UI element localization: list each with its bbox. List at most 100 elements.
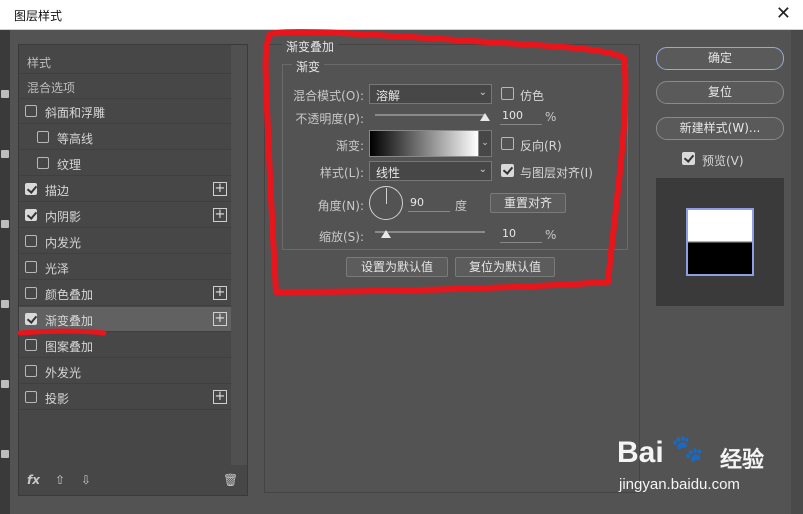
blend-mode-label: 混合模式(O): xyxy=(293,89,364,103)
style-list-item[interactable]: 渐变叠加 + xyxy=(19,307,231,332)
add-effect-icon[interactable]: + xyxy=(213,390,227,404)
fx-icon[interactable]: fx xyxy=(27,473,40,487)
opacity-slider-track[interactable] xyxy=(375,114,485,116)
dither-label: 仿色 xyxy=(520,89,545,103)
style-list-item[interactable]: 颜色叠加 + xyxy=(19,281,231,306)
paw-icon: 🐾 xyxy=(671,434,704,464)
style-item-label: 投影 xyxy=(45,392,70,406)
preview-label: 预览(V) xyxy=(702,154,744,168)
style-item-checkbox[interactable] xyxy=(25,261,37,273)
reset-button[interactable]: 复位 xyxy=(656,81,784,104)
style-list-item[interactable]: 光泽 xyxy=(19,255,231,280)
group-title: 渐变 xyxy=(292,58,325,75)
add-effect-icon[interactable]: + xyxy=(213,312,227,326)
scale-slider-thumb[interactable] xyxy=(381,230,391,238)
scale-slider-track[interactable] xyxy=(375,231,485,233)
style-item-label: 等高线 xyxy=(57,132,94,146)
scale-unit: % xyxy=(545,228,557,242)
close-icon[interactable]: ✕ xyxy=(776,3,791,25)
style-item-checkbox[interactable] xyxy=(37,131,49,143)
style-item-label: 内发光 xyxy=(45,236,82,250)
opacity-input[interactable]: 100 xyxy=(500,109,542,125)
angle-input[interactable]: 90 xyxy=(408,196,450,212)
layer-style-dialog: 图层样式 ✕ 样式 混合选项 斜面和浮雕 等高线 纹理 描边 + 内阴影 + 内发光 光泽 颜色叠… xyxy=(0,0,803,514)
tool-icon xyxy=(1,220,9,228)
tool-icon xyxy=(1,300,9,308)
style-item-label: 内阴影 xyxy=(45,210,82,224)
opacity-label: 不透明度(P): xyxy=(295,112,364,126)
angle-unit: 度 xyxy=(455,199,468,213)
opacity-unit: % xyxy=(545,110,557,124)
style-item-label: 颜色叠加 xyxy=(45,288,94,302)
add-effect-icon[interactable]: + xyxy=(213,286,227,300)
style-item-checkbox[interactable] xyxy=(37,157,49,169)
move-up-icon[interactable]: ⇧ xyxy=(55,473,65,487)
gradient-swatch[interactable] xyxy=(369,130,479,157)
dither-checkbox[interactable] xyxy=(501,87,514,100)
scale-input[interactable]: 10 xyxy=(500,227,542,243)
style-list-item[interactable]: 外发光 xyxy=(19,359,231,384)
set-default-button[interactable]: 设置为默认值 xyxy=(346,257,448,277)
angle-needle xyxy=(386,188,387,204)
preview-checkbox[interactable] xyxy=(682,152,695,165)
reset-default-button[interactable]: 复位为默认值 xyxy=(455,257,555,277)
style-list-item[interactable]: 投影 + xyxy=(19,385,231,410)
gradient-dropdown-icon[interactable]: ⌄ xyxy=(479,130,492,157)
blend-mode-select[interactable]: 溶解 ⌄ xyxy=(369,84,492,104)
blend-mode-value: 溶解 xyxy=(376,89,401,103)
style-list-item[interactable]: 描边 + xyxy=(19,177,231,202)
ok-button[interactable]: 确定 xyxy=(656,47,784,70)
dialog-title: 图层样式 xyxy=(14,9,63,23)
reverse-label: 反向(R) xyxy=(520,139,562,153)
style-list-item[interactable]: 内发光 xyxy=(19,229,231,254)
chevron-down-icon: ⌄ xyxy=(478,87,487,98)
style-list-panel: 样式 混合选项 斜面和浮雕 等高线 纹理 描边 + 内阴影 + 内发光 光泽 颜色叠加 + 渐变叠加 +… xyxy=(18,44,248,496)
reset-alignment-button[interactable]: 重置对齐 xyxy=(490,193,566,213)
style-item-checkbox[interactable] xyxy=(25,235,37,247)
tool-icon xyxy=(1,380,9,388)
style-item-label: 图案叠加 xyxy=(45,340,94,354)
style-item-label: 纹理 xyxy=(57,158,82,172)
style-item-checkbox[interactable] xyxy=(25,365,37,377)
opacity-slider-thumb[interactable] xyxy=(480,113,490,121)
angle-dial[interactable] xyxy=(369,186,403,220)
angle-label: 角度(N): xyxy=(317,199,364,213)
trash-icon[interactable]: 🗑 xyxy=(223,473,238,487)
watermark-brand-cn: 经验 xyxy=(720,448,765,473)
style-item-checkbox[interactable] xyxy=(25,313,37,325)
reverse-checkbox[interactable] xyxy=(501,137,514,150)
preview-thumbnail xyxy=(686,208,754,276)
style-item-checkbox[interactable] xyxy=(25,339,37,351)
style-select[interactable]: 线性 ⌄ xyxy=(369,161,492,181)
style-list-item[interactable]: 图案叠加 xyxy=(19,333,231,358)
watermark-brand: Bai xyxy=(617,436,664,469)
scale-label: 缩放(S): xyxy=(318,230,364,244)
align-with-layer-label: 与图层对齐(I) xyxy=(520,166,593,180)
section-title: 渐变叠加 xyxy=(282,38,339,55)
style-list-item[interactable]: 内阴影 + xyxy=(19,203,231,228)
style-item-checkbox[interactable] xyxy=(25,287,37,299)
blending-options-item[interactable]: 混合选项 xyxy=(19,74,231,99)
style-item-checkbox[interactable] xyxy=(25,183,37,195)
blending-options-label: 混合选项 xyxy=(27,81,76,95)
add-effect-icon[interactable]: + xyxy=(213,208,227,222)
chevron-down-icon: ⌄ xyxy=(478,164,487,175)
tool-icon xyxy=(1,150,9,158)
new-style-button[interactable]: 新建样式(W)... xyxy=(656,117,784,140)
style-list-item[interactable]: 斜面和浮雕 xyxy=(19,99,231,124)
list-toolbar: fx ⇧ ⇩ 🗑 xyxy=(19,465,247,495)
style-item-checkbox[interactable] xyxy=(25,209,37,221)
move-down-icon[interactable]: ⇩ xyxy=(81,473,91,487)
add-effect-icon[interactable]: + xyxy=(213,182,227,196)
style-list-item[interactable]: 等高线 xyxy=(19,125,231,150)
align-with-layer-checkbox[interactable] xyxy=(501,164,514,177)
style-value: 线性 xyxy=(376,166,401,180)
gradient-label: 渐变: xyxy=(335,139,364,153)
list-scrollbar[interactable] xyxy=(231,45,247,465)
style-list-item[interactable]: 纹理 xyxy=(19,151,231,176)
background-tool-strip xyxy=(0,30,10,514)
style-item-checkbox[interactable] xyxy=(25,391,37,403)
style-list-header[interactable]: 样式 xyxy=(19,49,231,74)
style-item-label: 描边 xyxy=(45,184,70,198)
style-item-checkbox[interactable] xyxy=(25,105,37,117)
